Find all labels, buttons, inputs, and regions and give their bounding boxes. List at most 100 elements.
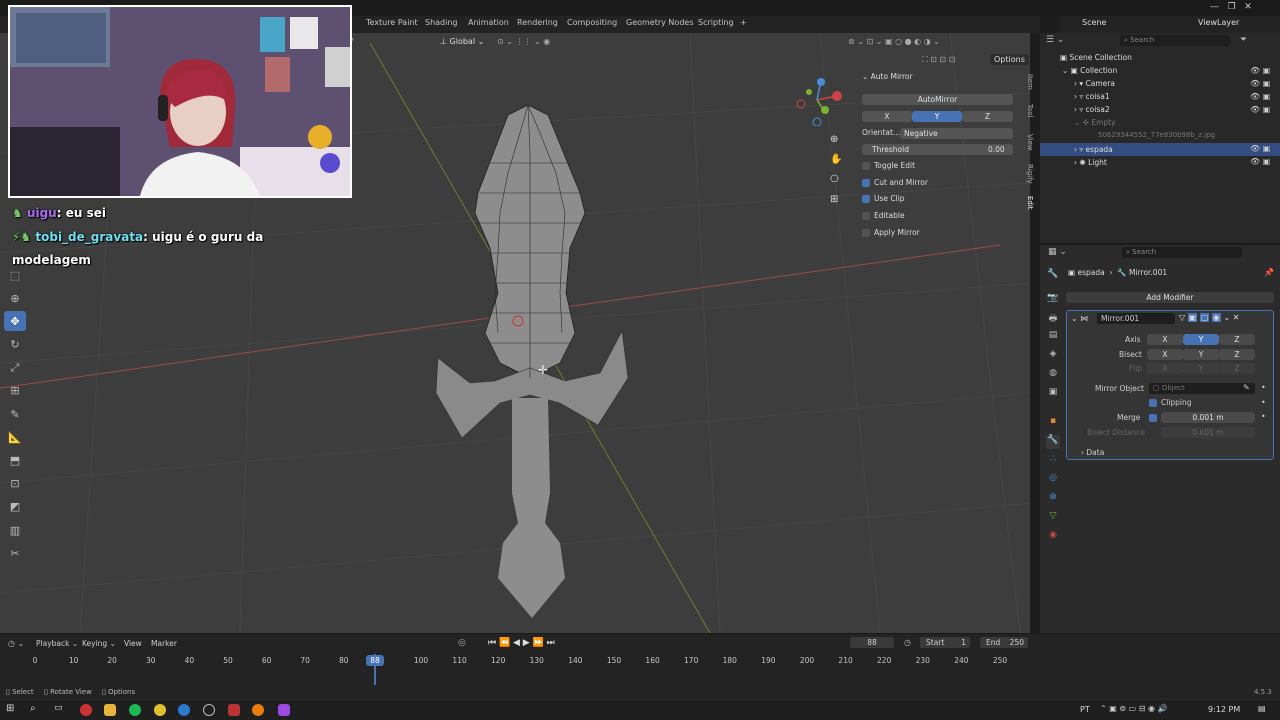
navigation-gizmo[interactable] [795,76,845,127]
merge-checkbox[interactable] [1149,413,1161,422]
output-tab-icon[interactable]: 🖶 [1046,311,1060,325]
data-subpanel-header[interactable]: › Data [1081,448,1104,457]
start-frame-field[interactable]: Start 1 [920,637,970,648]
select-box-icon[interactable]: ⬚ [4,265,26,285]
perspective-grid-icon[interactable]: ⊞ [830,190,844,210]
auto-mirror-button[interactable]: AutoMirror [862,94,1013,105]
browser-icon[interactable] [178,704,190,716]
bevel-icon[interactable]: ◩ [4,497,26,517]
cut-and-mirror-checkbox[interactable]: Cut and Mirror [862,178,1014,190]
outliner-row-coisa2[interactable]: › ▿ coisa2 [1040,103,1280,116]
chrome-icon[interactable] [154,704,166,716]
end-frame-field[interactable]: End 250 [980,637,1028,648]
marker-menu[interactable]: Marker [151,639,177,648]
language-indicator[interactable]: PT [1080,705,1090,714]
axis-z-button[interactable]: Z [962,111,1013,122]
physics-tab-icon[interactable]: ◎ [1046,473,1060,487]
view-layer-tab-icon[interactable]: ▤ [1046,330,1060,344]
annotate-icon[interactable]: ✎ [4,404,26,424]
keyframe-dot-icon[interactable]: • [1261,412,1266,421]
mod-axis-y[interactable]: Y [1183,334,1219,345]
collection-tab-icon[interactable]: ▣ [1046,387,1060,401]
outliner-row-coisa1[interactable]: › ▿ coisa1 [1040,90,1280,103]
tab-compositing[interactable]: Compositing [567,18,617,27]
playback-controls[interactable]: ⏮ ⏪ ◀ ▶ ⏩ ⏭ [488,638,555,648]
task-view-icon[interactable]: ▭ [54,703,66,715]
tab-scripting[interactable]: Scripting [698,18,734,27]
outliner-row-image[interactable]: 50629344552_77e830b98b_z.jpg [1040,129,1280,142]
pin-icon[interactable]: 📌 [1264,268,1274,277]
modifier-name-field[interactable]: Mirror.001 [1097,313,1175,324]
tool-tab-icon[interactable]: 🔧 [1046,269,1060,283]
modifier-tab-icon[interactable]: 🔧 [1046,435,1060,449]
tab-animation[interactable]: Animation [468,18,509,27]
bisect-x[interactable]: X [1147,349,1183,360]
tab-geometry-nodes[interactable]: Geometry Nodes [626,18,693,27]
notification-icon[interactable]: ▤ [1258,704,1266,713]
orientation-dropdown-panel[interactable]: Negative [900,128,1013,139]
playback-menu[interactable]: Playback ⌄ [36,639,78,648]
options-button[interactable]: Options [990,54,1029,65]
app-icon-3[interactable] [228,704,240,716]
material-tab-icon[interactable]: ◉ [1046,530,1060,544]
tray-icons[interactable]: ⌃ ▣ ⊚ ▭ ⊟ ◉ 🔊 [1100,704,1167,713]
tab-shading[interactable]: Shading [425,18,458,27]
render-tab-icon[interactable]: 📷 [1046,293,1060,307]
editable-checkbox[interactable]: Editable [862,211,1014,223]
tab-rigify[interactable]: Rigify [1024,164,1034,184]
bisect-y[interactable]: Y [1183,349,1219,360]
window-controls[interactable]: — ❐ ✕ [1210,2,1252,12]
record-icon[interactable]: ◎ [458,638,466,648]
keyframe-dot-icon[interactable]: • [1261,383,1266,392]
bisect-z[interactable]: Z [1219,349,1255,360]
tab-tool[interactable]: Tool [1024,104,1034,118]
object-tab-icon[interactable]: ▪ [1046,416,1060,430]
axis-y-button[interactable]: Y [912,111,962,122]
knife-icon[interactable]: ✂ [4,543,26,563]
outliner-row-espada[interactable]: › ▿ espada [1040,143,1280,156]
visibility-toggles[interactable]: 👁 ▣ 👁 ▣ 👁 ▣ 👁 ▣ 👁 ▣ 👁 ▣ [1250,64,1270,168]
pan-hand-icon[interactable]: ✋ [830,150,844,170]
app-icon-4[interactable] [278,704,290,716]
use-clip-checkbox[interactable]: Use Clip [862,194,1014,206]
loop-cut-icon[interactable]: ▥ [4,520,26,540]
constraints-tab-icon[interactable]: ⊗ [1046,492,1060,506]
windows-start-icon[interactable]: ⊞ [6,703,18,715]
zoom-icon[interactable]: ⊕ [830,130,844,150]
app-icon-2[interactable] [203,704,215,716]
keyframe-dot-icon[interactable]: • [1261,398,1266,407]
eyedropper-icon[interactable]: ✎ [1243,383,1250,392]
scene-selector[interactable]: Scene [1082,18,1106,27]
keying-menu[interactable]: Keying ⌄ [82,639,116,648]
tab-view[interactable]: View [1024,134,1034,151]
view-menu-timeline[interactable]: View [124,639,142,648]
playhead-frame-label[interactable]: 88 [366,655,384,666]
move-icon[interactable]: ✥ [4,311,26,332]
current-frame-field[interactable]: 88 [850,637,894,648]
clipping-checkbox[interactable]: Clipping [1149,398,1192,407]
tab-texture-paint[interactable]: Texture Paint [366,18,418,27]
blender-icon[interactable] [252,704,264,716]
outliner-editor-icon[interactable]: ☰ ⌄ [1046,35,1064,45]
mirror-object-field[interactable]: ▢ Object [1149,383,1255,394]
tab-edit[interactable]: Edit [1024,196,1034,210]
modifier-collapse-icon[interactable]: ⌄ ⋈ [1071,314,1088,323]
apply-mirror-checkbox[interactable]: Apply Mirror [862,228,1014,240]
particles-tab-icon[interactable]: ∴ [1046,454,1060,468]
outliner-row-empty[interactable]: ⌄ ✣ Empty [1040,116,1280,129]
mod-axis-z[interactable]: Z [1219,334,1255,345]
view-layer-selector[interactable]: ViewLayer [1198,18,1239,27]
extrude-icon[interactable]: ⬒ [4,451,26,471]
axis-x-button[interactable]: X [862,111,912,122]
add-modifier-button[interactable]: Add Modifier [1066,292,1274,303]
scale-icon[interactable]: ⤢ [4,358,26,378]
outliner-row-camera[interactable]: › ▾ Camera [1040,77,1280,90]
world-tab-icon[interactable]: ◍ [1046,368,1060,382]
camera-view-icon[interactable]: ⎔ [830,170,844,190]
filter-icon[interactable]: ⏷ [1240,35,1247,45]
spotify-icon[interactable] [129,704,141,716]
inset-icon[interactable]: ⊡ [4,474,26,494]
cursor-icon[interactable]: ⊕ [4,288,26,308]
scene-tab-icon[interactable]: ◈ [1046,349,1060,363]
gizmo-icons[interactable]: ⛶ ⊡ ⊡ ⊡ [922,55,955,65]
